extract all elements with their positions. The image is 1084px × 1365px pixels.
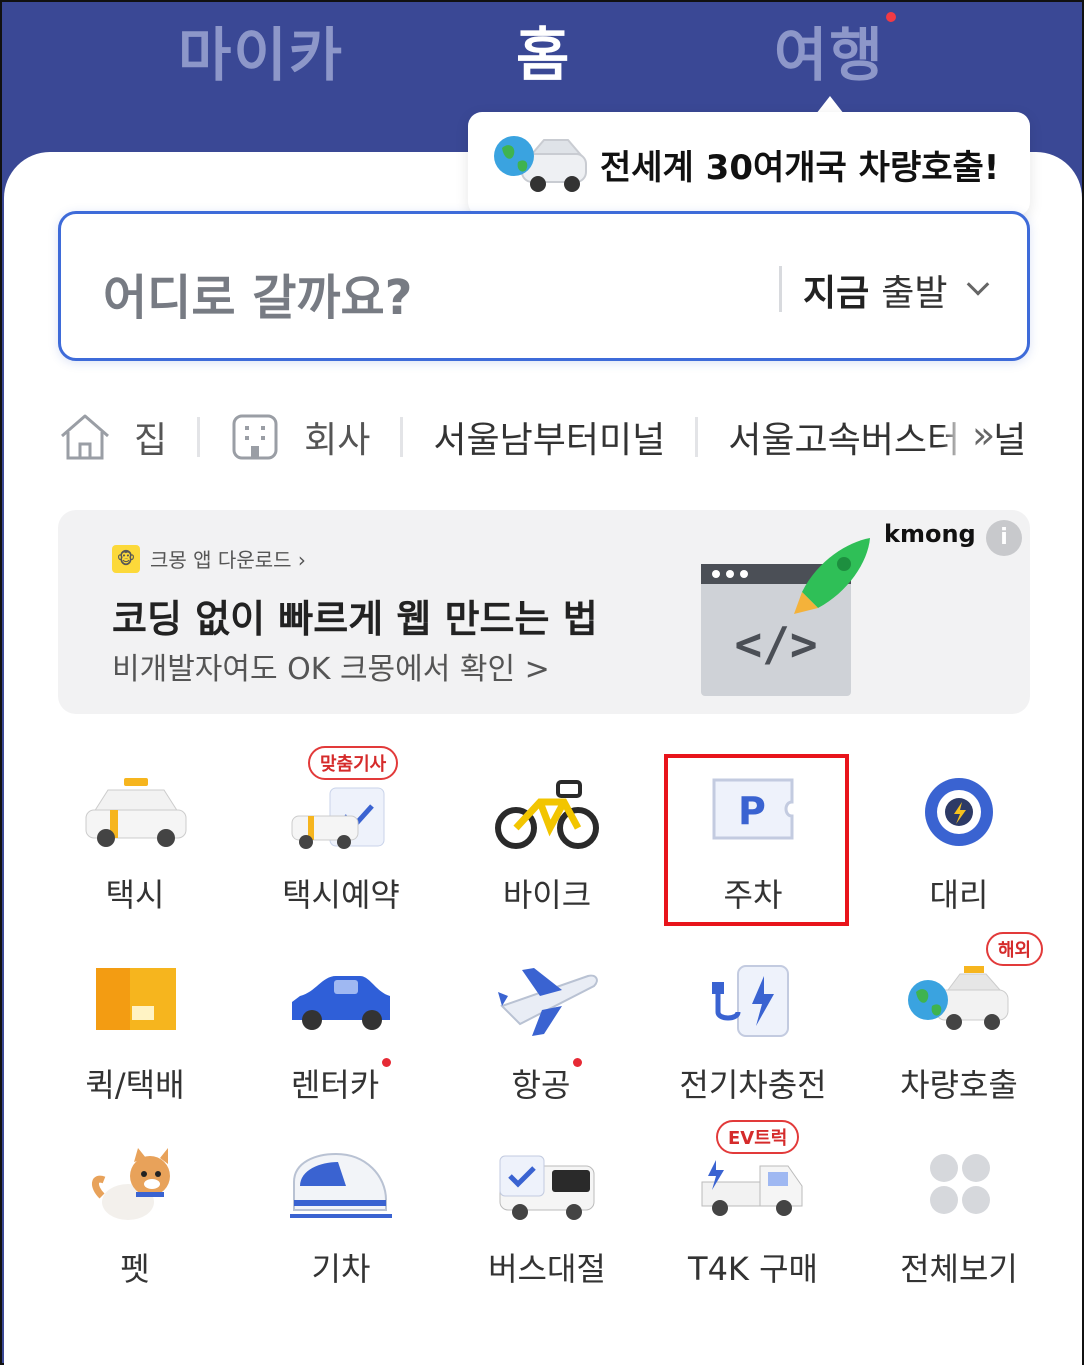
- service-label: 전기차충전: [679, 1066, 827, 1104]
- service-label: 택시: [105, 876, 165, 914]
- box-icon: [96, 968, 176, 1030]
- service-label-text: 항공: [511, 1066, 571, 1104]
- service-label: 대리: [929, 876, 989, 914]
- depart-time-selector[interactable]: 지금 출발: [803, 264, 989, 316]
- global-ride-tooltip[interactable]: 전세계 30여개국 차량호출!: [468, 112, 1030, 216]
- quick-place-seoul-south-terminal[interactable]: 서울남부터미널: [433, 411, 665, 463]
- service-label: 기차: [311, 1250, 371, 1288]
- train-icon: [290, 1152, 392, 1218]
- bus-icon: [499, 1155, 595, 1220]
- quick-home[interactable]: 집: [58, 411, 167, 463]
- service-label: 버스대절: [488, 1250, 606, 1288]
- globe-car-icon: [494, 136, 587, 192]
- service-label: T4K 구매: [688, 1250, 818, 1288]
- service-t4k-purchase[interactable]: EV트럭 T4K 구매: [650, 1120, 856, 1321]
- quick-home-label: 집: [134, 420, 168, 461]
- taxi-reserve-icon: [291, 787, 385, 849]
- service-label: 차량호출: [900, 1066, 1018, 1104]
- service-taxi[interactable]: 택시: [32, 772, 238, 947]
- rental-car-icon: [292, 976, 390, 1030]
- svg-text:</>: </>: [734, 617, 817, 671]
- service-bike[interactable]: 바이크: [444, 772, 650, 947]
- quick-office-label: 회사: [304, 420, 371, 461]
- ad-banner[interactable]: 🐵 크몽 앱 다운로드 › 코딩 없이 빠르게 웹 만드는 법 비개발자여도 O…: [58, 510, 1030, 714]
- service-quick-delivery[interactable]: 퀵/택배: [32, 962, 238, 1137]
- taxi-icon: [85, 778, 187, 847]
- overseas-badge: 해외: [986, 932, 1044, 966]
- service-label: 바이크: [502, 876, 592, 914]
- steering-wheel-icon: [925, 778, 993, 846]
- custom-driver-badge: 맞춤기사: [308, 746, 399, 780]
- service-bus-charter[interactable]: 버스대절: [444, 1146, 650, 1321]
- ev-charger-icon: [712, 965, 789, 1037]
- service-ev-charging[interactable]: 전기차충전: [650, 962, 856, 1137]
- code-window-rocket-icon: </>: [701, 538, 870, 696]
- new-dot: [382, 1058, 392, 1067]
- banner-title: 코딩 없이 빠르게 웹 만드는 법: [112, 597, 598, 641]
- service-pet[interactable]: 펫: [32, 1146, 238, 1321]
- divider: [400, 417, 404, 457]
- banner-subtitle: 비개발자여도 OK 크몽에서 확인 >: [112, 652, 550, 687]
- service-taxi-reservation[interactable]: 맞춤기사 택시예약: [238, 746, 444, 947]
- travel-notification-dot: [886, 12, 896, 22]
- service-label: 렌터카: [238, 1058, 444, 1106]
- new-dot: [573, 1058, 583, 1067]
- divider: [197, 417, 201, 457]
- info-icon[interactable]: i: [986, 520, 1022, 556]
- service-global-ride[interactable]: 해외 차량호출: [856, 932, 1062, 1137]
- tooltip-text: 전세계 30여개국 차량호출!: [600, 147, 1000, 188]
- banner-brand: kmong: [884, 520, 976, 548]
- all-grid-icon: [930, 1154, 990, 1214]
- service-label: 항공: [444, 1058, 650, 1106]
- divider: [695, 417, 699, 457]
- ev-truck-badge: EV트럭: [716, 1120, 800, 1154]
- depart-now-label: 지금: [803, 273, 870, 314]
- airplane-icon: [498, 968, 598, 1036]
- quick-destinations: 집 회사 서울남부터미널 서울고속버스터미널: [58, 402, 1058, 472]
- bike-icon: [495, 780, 599, 849]
- service-designated-driver[interactable]: 대리: [856, 772, 1062, 947]
- service-rental-car[interactable]: 렌터카: [238, 962, 444, 1137]
- service-label-text: 렌터카: [290, 1066, 380, 1104]
- kmong-logo-icon: 🐵: [112, 544, 140, 573]
- tab-home[interactable]: 홈: [516, 8, 571, 92]
- service-train[interactable]: 기차: [238, 1146, 444, 1321]
- service-label: 퀵/택배: [85, 1066, 185, 1104]
- depart-label: 출발: [881, 273, 948, 314]
- more-places-button[interactable]: »: [942, 402, 996, 472]
- destination-search-box[interactable]: 어디로 갈까요? 지금 출발: [58, 211, 1030, 361]
- service-label: 전체보기: [900, 1250, 1018, 1288]
- search-divider: [779, 266, 782, 312]
- pet-dog-icon: [92, 1148, 170, 1220]
- search-placeholder[interactable]: 어디로 갈까요?: [103, 258, 413, 328]
- service-label: 펫: [120, 1250, 150, 1288]
- parking-highlight-box: [664, 754, 849, 926]
- tab-mycar[interactable]: 마이카: [178, 8, 344, 92]
- global-car-icon: [908, 966, 1009, 1030]
- quick-office[interactable]: 회사: [230, 411, 370, 463]
- service-label: 택시예약: [282, 876, 400, 914]
- tab-travel[interactable]: 여행: [774, 8, 885, 92]
- banner-app-label: 크몽 앱 다운로드 ›: [150, 548, 306, 572]
- home-icon: [61, 414, 109, 460]
- banner-app-link[interactable]: 🐵 크몽 앱 다운로드 ›: [112, 544, 306, 573]
- ev-truck-icon: [701, 1160, 803, 1216]
- building-icon: [232, 414, 278, 460]
- service-view-all[interactable]: 전체보기: [856, 1146, 1062, 1321]
- chevron-down-icon: [966, 273, 989, 296]
- service-airline[interactable]: 항공: [444, 962, 650, 1137]
